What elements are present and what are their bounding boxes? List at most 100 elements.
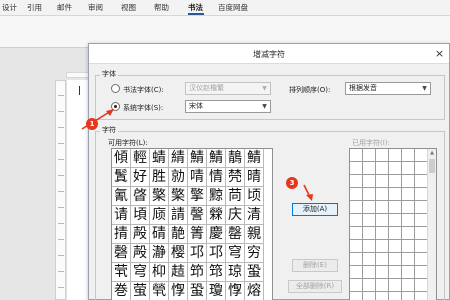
char-cell[interactable]: 傾 bbox=[112, 149, 131, 168]
char-cell[interactable]: 請 bbox=[169, 206, 188, 225]
char-cell[interactable]: 蛩 bbox=[245, 263, 264, 282]
char-cell[interactable]: 晴 bbox=[245, 168, 264, 187]
char-cell[interactable]: 好 bbox=[131, 168, 150, 187]
char-cell[interactable]: 樱 bbox=[169, 244, 188, 263]
dialog-title-bar[interactable]: 增减字符 × bbox=[89, 44, 449, 64]
tab-calligraphy[interactable]: 书法 bbox=[188, 2, 203, 13]
add-button[interactable]: 添加(A) bbox=[292, 203, 338, 216]
char-cell[interactable]: 枊 bbox=[150, 263, 169, 282]
char-cell[interactable]: 黥 bbox=[207, 187, 226, 206]
char-cell[interactable]: 鬒 bbox=[112, 168, 131, 187]
char-cell[interactable]: 邛 bbox=[207, 244, 226, 263]
char-cell[interactable]: 请 bbox=[112, 206, 131, 225]
char-cell[interactable]: 顷 bbox=[245, 187, 264, 206]
char-cell[interactable]: 笻 bbox=[188, 263, 207, 282]
char-cell[interactable]: 晵 bbox=[131, 187, 150, 206]
char-cell[interactable]: 情 bbox=[207, 168, 226, 187]
delete-button[interactable]: 删除(E) bbox=[292, 259, 338, 272]
empty-char-cell bbox=[402, 214, 415, 227]
char-cell[interactable]: 擎 bbox=[188, 187, 207, 206]
char-cell[interactable]: 鯖 bbox=[245, 149, 264, 168]
char-cell[interactable]: 棾 bbox=[226, 168, 245, 187]
char-cell[interactable]: 罄 bbox=[226, 225, 245, 244]
empty-char-cell bbox=[389, 279, 402, 292]
char-cell[interactable]: 殸 bbox=[131, 225, 150, 244]
char-cell[interactable]: 筇 bbox=[207, 263, 226, 282]
char-cell[interactable]: 蛩 bbox=[188, 282, 207, 300]
char-cell[interactable]: 庆 bbox=[226, 206, 245, 225]
empty-char-cell bbox=[389, 240, 402, 253]
system-font-radio[interactable] bbox=[111, 102, 120, 111]
used-list-scrollbar[interactable]: ▲ bbox=[427, 149, 436, 300]
char-cell[interactable]: 掅 bbox=[112, 225, 131, 244]
char-cell[interactable]: 謦 bbox=[188, 206, 207, 225]
char-cell[interactable]: 惸 bbox=[226, 282, 245, 300]
char-cell[interactable]: 煢 bbox=[150, 282, 169, 300]
char-cell[interactable]: 惸 bbox=[169, 282, 188, 300]
char-cell[interactable]: 檾 bbox=[207, 206, 226, 225]
char-cell[interactable]: 勍 bbox=[169, 168, 188, 187]
char-cell[interactable]: 啨 bbox=[188, 168, 207, 187]
used-characters-list[interactable]: ▲ bbox=[349, 148, 437, 300]
empty-char-cell bbox=[376, 253, 389, 266]
close-icon[interactable]: × bbox=[432, 46, 447, 61]
char-cell[interactable]: 邛 bbox=[188, 244, 207, 263]
tab-review[interactable]: 审阅 bbox=[88, 2, 103, 13]
char-cell[interactable]: 鯖 bbox=[188, 149, 207, 168]
char-cell[interactable]: 慶 bbox=[207, 225, 226, 244]
available-characters-list[interactable]: 傾輕蜻綪鯖鯖鶄鯖鬒好胜勍啨情棾晴氰晵檠檠擎黥苘顷请頃庼請謦檾庆清掅殸碃靘箐慶罄親… bbox=[111, 148, 273, 300]
char-cell[interactable]: 熔 bbox=[245, 282, 264, 300]
char-cell[interactable]: 靘 bbox=[169, 225, 188, 244]
tab-baidu-netdisk[interactable]: 百度网盘 bbox=[218, 2, 248, 13]
char-cell[interactable]: 瀞 bbox=[150, 244, 169, 263]
delete-all-button[interactable]: 全部删除(R) bbox=[288, 280, 342, 293]
char-cell[interactable]: 鯖 bbox=[207, 149, 226, 168]
char-cell[interactable]: 氰 bbox=[112, 187, 131, 206]
empty-char-cell bbox=[389, 162, 402, 175]
char-cell[interactable]: 檠 bbox=[150, 187, 169, 206]
char-cell[interactable]: 殸 bbox=[131, 244, 150, 263]
char-cell[interactable]: 趌 bbox=[169, 263, 188, 282]
char-cell[interactable]: 碃 bbox=[150, 225, 169, 244]
char-cell[interactable]: 鶄 bbox=[226, 149, 245, 168]
empty-char-cell bbox=[376, 175, 389, 188]
char-cell[interactable]: 庼 bbox=[150, 206, 169, 225]
tab-help[interactable]: 帮助 bbox=[154, 2, 169, 13]
tab-design[interactable]: 设计 bbox=[2, 2, 17, 13]
tab-view[interactable]: 视图 bbox=[121, 2, 136, 13]
char-cell[interactable]: 檠 bbox=[169, 187, 188, 206]
empty-char-cell bbox=[402, 162, 415, 175]
char-cell[interactable]: 清 bbox=[245, 206, 264, 225]
char-cell[interactable]: 茕 bbox=[112, 263, 131, 282]
empty-char-cell bbox=[389, 266, 402, 279]
empty-char-cell bbox=[350, 240, 363, 253]
char-cell[interactable]: 箐 bbox=[188, 225, 207, 244]
dialog-title: 增减字符 bbox=[253, 50, 285, 59]
tab-references[interactable]: 引用 bbox=[27, 2, 42, 13]
system-font-select[interactable]: 宋体 ▼ bbox=[185, 100, 271, 113]
char-cell[interactable]: 琼 bbox=[226, 263, 245, 282]
calligraphy-font-radio[interactable] bbox=[111, 84, 120, 93]
calligraphy-font-select[interactable]: 汉仪赵楷繁 ▼ bbox=[185, 82, 271, 95]
char-cell[interactable]: 親 bbox=[245, 225, 264, 244]
char-cell[interactable]: 穹 bbox=[131, 263, 150, 282]
char-cell[interactable]: 綪 bbox=[169, 149, 188, 168]
char-cell[interactable]: 胜 bbox=[150, 168, 169, 187]
char-cell[interactable]: 巻 bbox=[112, 282, 131, 300]
tab-mailings[interactable]: 邮件 bbox=[57, 2, 72, 13]
scroll-up-icon[interactable]: ▲ bbox=[428, 149, 436, 158]
empty-char-cell bbox=[376, 227, 389, 240]
sort-order-select[interactable]: 根据发音 ▼ bbox=[345, 82, 431, 95]
char-cell[interactable]: 穹 bbox=[226, 244, 245, 263]
char-cell[interactable]: 頃 bbox=[131, 206, 150, 225]
char-cell[interactable]: 蜻 bbox=[150, 149, 169, 168]
sort-order-label: 排列顺序(O): bbox=[289, 86, 331, 94]
char-cell[interactable]: 瓊 bbox=[207, 282, 226, 300]
char-cell[interactable]: 磬 bbox=[112, 244, 131, 263]
scrollbar-thumb[interactable] bbox=[429, 159, 435, 173]
char-cell[interactable]: 萤 bbox=[131, 282, 150, 300]
char-cell[interactable]: 穷 bbox=[245, 244, 264, 263]
char-cell[interactable]: 輕 bbox=[131, 149, 150, 168]
char-cell[interactable]: 苘 bbox=[226, 187, 245, 206]
empty-char-cell bbox=[350, 266, 363, 279]
